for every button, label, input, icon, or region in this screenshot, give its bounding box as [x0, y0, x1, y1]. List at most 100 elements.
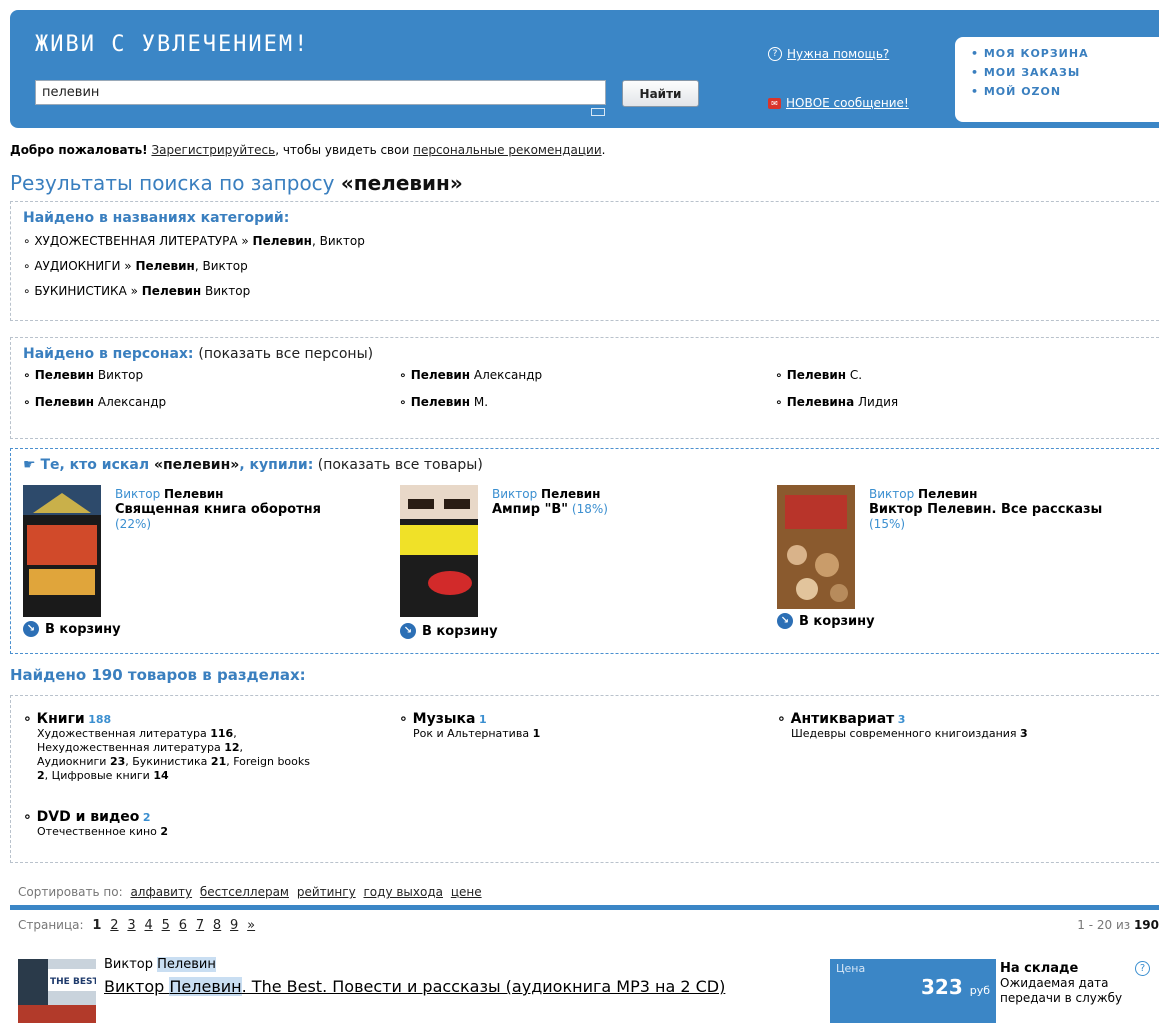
product-meta: Виктор Пелевин Виктор Пелевин. Все расск… [869, 487, 1139, 532]
product-card: Виктор Пелевин Ампир "В" (18%) ↘ В корзин… [400, 485, 760, 645]
sort-bar: Сортировать по: алфавиту бестселлерам ре… [18, 885, 482, 899]
hand-pointer-icon: ☛ [23, 457, 36, 473]
show-all-products-link[interactable]: (показать все товары) [313, 457, 483, 473]
section-antique: ∘ Антиквариат 3 Шедевры современного кни… [777, 711, 1028, 741]
page-2[interactable]: 2 [110, 918, 118, 933]
add-to-cart-button[interactable]: ↘ В корзину [777, 613, 875, 629]
svg-text:THE BEST: THE BEST [50, 977, 96, 987]
cart-arrow-icon: ↘ [777, 613, 793, 629]
section-dvd: ∘ DVD и видео 2 Отечественное кино 2 [23, 809, 169, 839]
recommendations-link[interactable]: персональные рекомендации [413, 143, 602, 157]
person-item[interactable]: ∘ Пелевина Лидия [775, 395, 1151, 409]
price-label: Цена [836, 962, 866, 975]
page-9[interactable]: 9 [230, 918, 238, 933]
person-item[interactable]: ∘ Пелевин Виктор [23, 368, 399, 382]
others-bought: ☛ Те, кто искал «пелевин», купили: (пока… [10, 448, 1159, 654]
person-results-title: Найдено в персонах: (показать все персон… [23, 346, 374, 362]
book-cover-image[interactable] [777, 485, 855, 609]
section-dvd-link[interactable]: ∘ DVD и видео [23, 809, 139, 825]
result-range: 1 - 20 из 190 [1077, 918, 1159, 932]
product-title[interactable]: Священная книга оборотня [115, 502, 385, 517]
welcome-middle: , чтобы увидеть свои [275, 143, 414, 157]
welcome-text: Добро пожаловать! [10, 143, 148, 157]
mail-icon: ✉ [768, 97, 781, 109]
question-icon: ? [768, 47, 782, 61]
user-menu: • МОЯ КОРЗИНА • МОИ ЗАКАЗЫ • МОЙ OZON [955, 37, 1159, 122]
sections-title: Найдено 190 товаров в разделах: [10, 666, 306, 684]
section-music-link[interactable]: ∘ Музыка [399, 711, 475, 727]
stock-info: На складе Ожидаемая дата передачи в служ… [1000, 961, 1159, 1006]
product-title[interactable]: Ампир "В" [492, 502, 568, 517]
new-message-link[interactable]: НОВОЕ сообщение! [786, 96, 909, 110]
person-results: Найдено в персонах: (показать все персон… [10, 337, 1159, 439]
my-ozon-link[interactable]: • МОЙ OZON [971, 85, 1153, 98]
product-title[interactable]: Виктор Пелевин. Все рассказы [869, 502, 1139, 517]
search-input[interactable] [35, 80, 606, 105]
category-results: Найдено в названиях категорий: ∘ ХУДОЖЕС… [10, 201, 1159, 321]
category-item[interactable]: ∘ БУКИНИСТИКА » Пелевин Виктор [23, 284, 1147, 298]
site-logo[interactable]: ЖИВИ С УВЛЕЧЕНИЕМ! [35, 32, 309, 57]
page-4[interactable]: 4 [144, 918, 152, 933]
page-7[interactable]: 7 [196, 918, 204, 933]
sort-label: Сортировать по: [18, 885, 123, 899]
my-orders-link[interactable]: • МОИ ЗАКАЗЫ [971, 66, 1153, 79]
page-5[interactable]: 5 [162, 918, 170, 933]
cart-arrow-icon: ↘ [23, 621, 39, 637]
subsection-link[interactable]: Отечественное кино 2 [23, 825, 168, 839]
category-item[interactable]: ∘ АУДИОКНИГИ » Пелевин, Виктор [23, 259, 1147, 273]
category-results-title: Найдено в названиях категорий: [23, 210, 290, 226]
price-box: Цена 323 руб [830, 959, 996, 1023]
person-item[interactable]: ∘ Пелевин С. [775, 368, 1151, 382]
sort-alphabet[interactable]: алфавиту [130, 885, 192, 899]
stock-note: Ожидаемая дата передачи в службу [1000, 976, 1123, 1005]
listing-title-link[interactable]: Виктор Пелевин. The Best. Повести и расс… [104, 977, 834, 997]
help-link[interactable]: Нужна помощь? [787, 47, 889, 61]
search-button[interactable]: Найти [622, 80, 699, 107]
product-meta: Виктор Пелевин Священная книга оборотня … [115, 487, 385, 532]
book-cover-image[interactable] [400, 485, 478, 617]
person-item[interactable]: ∘ Пелевин Александр [23, 395, 399, 409]
subsection-link[interactable]: Аудиокниги 23 [37, 755, 125, 768]
next-page[interactable]: » [247, 918, 255, 933]
product-thumbnail[interactable]: THE BEST [18, 959, 99, 1023]
register-link[interactable]: Зарегистрируйтесь [151, 143, 275, 157]
subsection-link[interactable]: Шедевры современного книгоиздания 3 [777, 727, 1028, 741]
section-books: ∘ Книги 188 Художественная литература 11… [23, 711, 310, 782]
person-item[interactable]: ∘ Пелевин М. [399, 395, 775, 409]
page-8[interactable]: 8 [213, 918, 221, 933]
my-cart-link[interactable]: • МОЯ КОРЗИНА [971, 47, 1153, 60]
subsection-link[interactable]: Художественная литература 116 [37, 727, 233, 740]
sort-bestsellers[interactable]: бестселлерам [200, 885, 289, 899]
person-item[interactable]: ∘ Пелевин Александр [399, 368, 775, 382]
price-value: 323 руб [921, 975, 990, 999]
welcome-line: Добро пожаловать! Зарегистрируйтесь, что… [10, 143, 605, 157]
question-icon[interactable]: ? [1135, 961, 1150, 976]
others-bought-title: ☛ Те, кто искал «пелевин», купили: (пока… [23, 457, 483, 473]
page-title: Результаты поиска по запросу «пелевин» [10, 171, 463, 195]
subsection-link[interactable]: Рок и Альтернатива 1 [399, 727, 540, 741]
product-meta: Виктор Пелевин Ампир "В" (18%) [492, 487, 608, 517]
show-all-persons-link[interactable]: (показать все персоны) [198, 346, 373, 362]
sort-year[interactable]: году выхода [364, 885, 444, 899]
listing-author[interactable]: Виктор Пелевин [104, 957, 216, 972]
page-1[interactable]: 1 [92, 918, 101, 933]
add-to-cart-button[interactable]: ↘ В корзину [400, 623, 498, 639]
sort-rating[interactable]: рейтингу [297, 885, 356, 899]
help-link-wrap: ? Нужна помощь? [768, 47, 889, 61]
pagination: Страница: 1 2 3 4 5 6 7 8 9 » [18, 918, 255, 933]
pager-label: Страница: [18, 918, 84, 932]
subsection-link[interactable]: Нехудожественная литература 12 [37, 741, 240, 754]
sort-price[interactable]: цене [451, 885, 482, 899]
category-item[interactable]: ∘ ХУДОЖЕСТВЕННАЯ ЛИТЕРАТУРА » Пелевин, В… [23, 234, 1147, 248]
section-books-link[interactable]: ∘ Книги [23, 711, 85, 727]
divider [10, 905, 1159, 910]
section-antique-link[interactable]: ∘ Антиквариат [777, 711, 894, 727]
add-to-cart-button[interactable]: ↘ В корзину [23, 621, 121, 637]
page-6[interactable]: 6 [179, 918, 187, 933]
book-cover-image[interactable] [23, 485, 101, 617]
page-3[interactable]: 3 [127, 918, 135, 933]
cart-arrow-icon: ↘ [400, 623, 416, 639]
keyboard-icon[interactable] [591, 108, 605, 116]
results-query: «пелевин» [340, 171, 463, 195]
site-header: ЖИВИ С УВЛЕЧЕНИЕМ! Найти ? Нужна помощь?… [10, 10, 1159, 128]
